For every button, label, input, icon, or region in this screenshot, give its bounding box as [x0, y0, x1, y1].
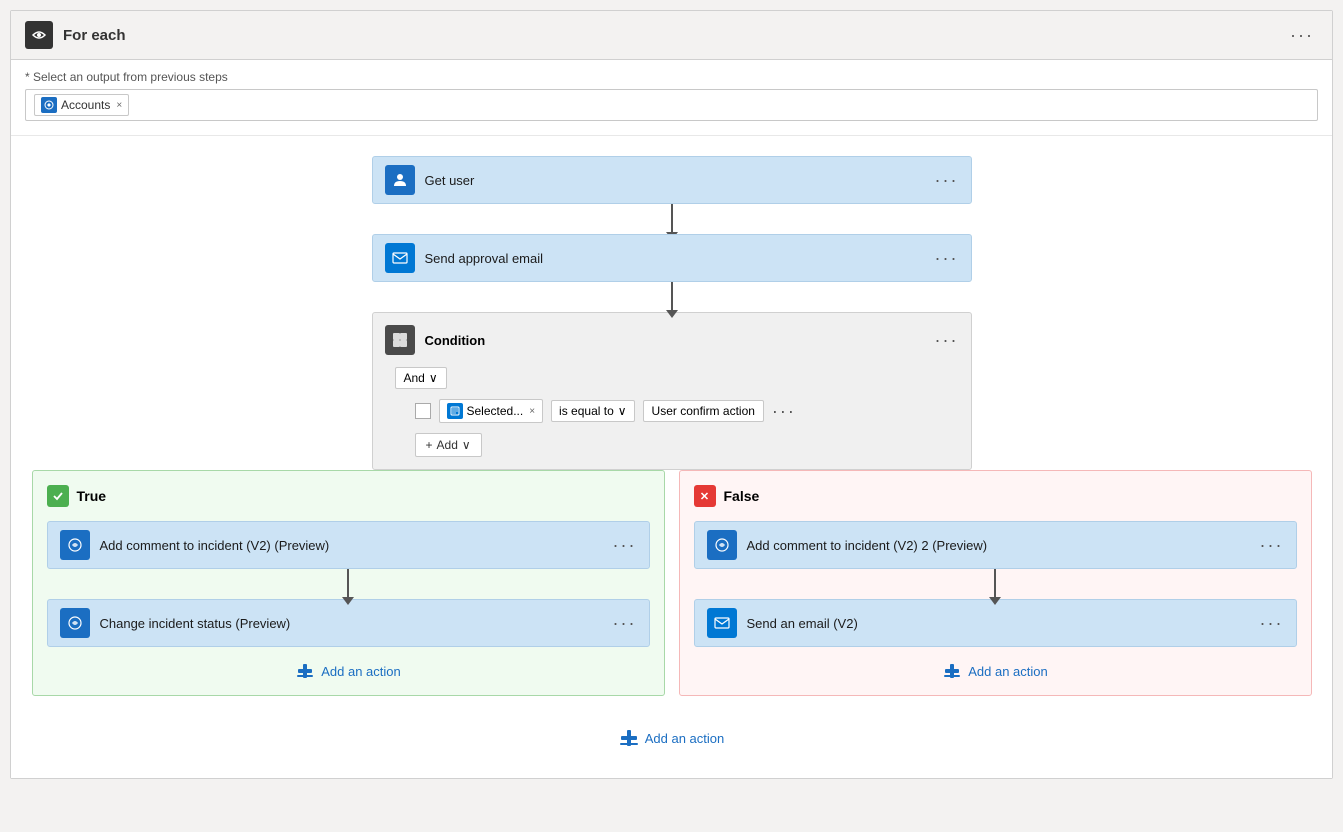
send-approval-label: Send approval email [425, 251, 925, 266]
add-comment-true-step[interactable]: Add comment to incident (V2) (Preview) ·… [47, 521, 650, 569]
add-comment-true-label: Add comment to incident (V2) (Preview) [100, 538, 603, 553]
true-label: True [77, 488, 107, 504]
send-approval-step[interactable]: Send approval email ··· [372, 234, 972, 282]
add-comment-false-more[interactable]: ··· [1260, 535, 1284, 556]
condition-value-chip[interactable]: Selected... × [439, 399, 544, 423]
add-comment-true-more[interactable]: ··· [613, 535, 637, 556]
false-add-action-button[interactable]: Add an action [942, 661, 1048, 681]
and-badge[interactable]: And ∨ [395, 367, 447, 389]
false-branch: ✕ False Add comment to incident (V2) 2 (… [679, 470, 1312, 696]
condition-header: Condition ··· [385, 325, 959, 355]
foreach-icon [25, 21, 53, 49]
true-branch: True Add comment to incident (V2) (Previ… [32, 470, 665, 696]
send-approval-more-button[interactable]: ··· [935, 248, 959, 269]
condition-chip-close[interactable]: × [529, 406, 535, 417]
add-comment-false-label: Add comment to incident (V2) 2 (Preview) [747, 538, 1250, 553]
condition-body: And ∨ Selected... × [385, 367, 959, 457]
accounts-tag: Accounts × [34, 94, 129, 116]
condition-row: Selected... × is equal to ∨ User confirm… [415, 399, 959, 423]
foreach-header: For each ··· [11, 11, 1332, 60]
and-label: And [404, 371, 425, 385]
send-email-label: Send an email (V2) [747, 616, 1250, 631]
condition-selected-label: Selected... [467, 404, 524, 418]
change-status-label: Change incident status (Preview) [100, 616, 603, 631]
add-condition-button[interactable]: + Add ∨ [415, 433, 482, 457]
false-badge-icon: ✕ [700, 490, 709, 503]
foreach-container: For each ··· * Select an output from pre… [10, 10, 1333, 779]
add-comment-true-icon [60, 530, 90, 560]
false-label: False [724, 488, 760, 504]
input-label: * Select an output from previous steps [25, 70, 1318, 84]
condition-checkbox[interactable] [415, 403, 431, 419]
send-email-more[interactable]: ··· [1260, 613, 1284, 634]
get-user-label: Get user [425, 173, 925, 188]
arrow-1 [671, 204, 673, 234]
send-email-step[interactable]: Send an email (V2) ··· [694, 599, 1297, 647]
add-comment-false-icon [707, 530, 737, 560]
true-add-action-button[interactable]: Add an action [295, 661, 401, 681]
condition-operator-chevron: ∨ [618, 404, 627, 418]
send-email-icon [707, 608, 737, 638]
false-branch-header: ✕ False [694, 485, 1297, 507]
send-approval-icon [385, 243, 415, 273]
true-branch-header: True [47, 485, 650, 507]
add-chevron: ∨ [462, 438, 471, 452]
arrow-2 [671, 282, 673, 312]
bottom-add-area: Add an action [619, 696, 725, 758]
false-add-action-icon [942, 661, 962, 681]
input-field[interactable]: Accounts × [25, 89, 1318, 121]
true-arrow [347, 569, 349, 599]
condition-value-text[interactable]: User confirm action [643, 400, 764, 422]
change-status-more[interactable]: ··· [613, 613, 637, 634]
true-badge [47, 485, 69, 507]
add-comment-false-step[interactable]: Add comment to incident (V2) 2 (Preview)… [694, 521, 1297, 569]
condition-icon [385, 325, 415, 355]
condition-block: Condition ··· And ∨ [372, 312, 972, 470]
false-arrow [994, 569, 996, 599]
accounts-tag-icon [41, 97, 57, 113]
condition-value-icon [447, 403, 463, 419]
true-add-action-label: Add an action [321, 664, 401, 679]
input-area: * Select an output from previous steps A… [11, 60, 1332, 136]
foreach-title: For each [63, 27, 126, 44]
add-plus-icon: + [426, 438, 433, 452]
bottom-add-action-button[interactable]: Add an action [619, 728, 725, 748]
condition-operator[interactable]: is equal to ∨ [551, 400, 635, 422]
get-user-icon [385, 165, 415, 195]
branch-row: True Add comment to incident (V2) (Previ… [22, 470, 1322, 696]
true-add-action-icon [295, 661, 315, 681]
false-badge: ✕ [694, 485, 716, 507]
get-user-step[interactable]: Get user ··· [372, 156, 972, 204]
change-status-icon [60, 608, 90, 638]
false-add-action-label: Add an action [968, 664, 1048, 679]
change-status-step[interactable]: Change incident status (Preview) ··· [47, 599, 650, 647]
add-label: Add [437, 438, 458, 452]
add-condition-row: + Add ∨ [415, 433, 959, 457]
accounts-tag-label: Accounts [61, 98, 110, 112]
condition-more-button[interactable]: ··· [935, 330, 959, 351]
and-chevron: ∨ [429, 371, 438, 385]
foreach-header-left: For each [25, 21, 126, 49]
bottom-add-action-icon [619, 728, 639, 748]
condition-operator-label: is equal to [559, 404, 614, 418]
foreach-more-button[interactable]: ··· [1286, 25, 1318, 46]
accounts-tag-close[interactable]: × [116, 100, 122, 111]
get-user-more-button[interactable]: ··· [935, 170, 959, 191]
condition-title: Condition [425, 333, 925, 348]
flow-canvas: Get user ··· Send approval email ··· [11, 136, 1332, 778]
condition-row-more[interactable]: ··· [772, 401, 796, 422]
bottom-add-action-label: Add an action [645, 731, 725, 746]
